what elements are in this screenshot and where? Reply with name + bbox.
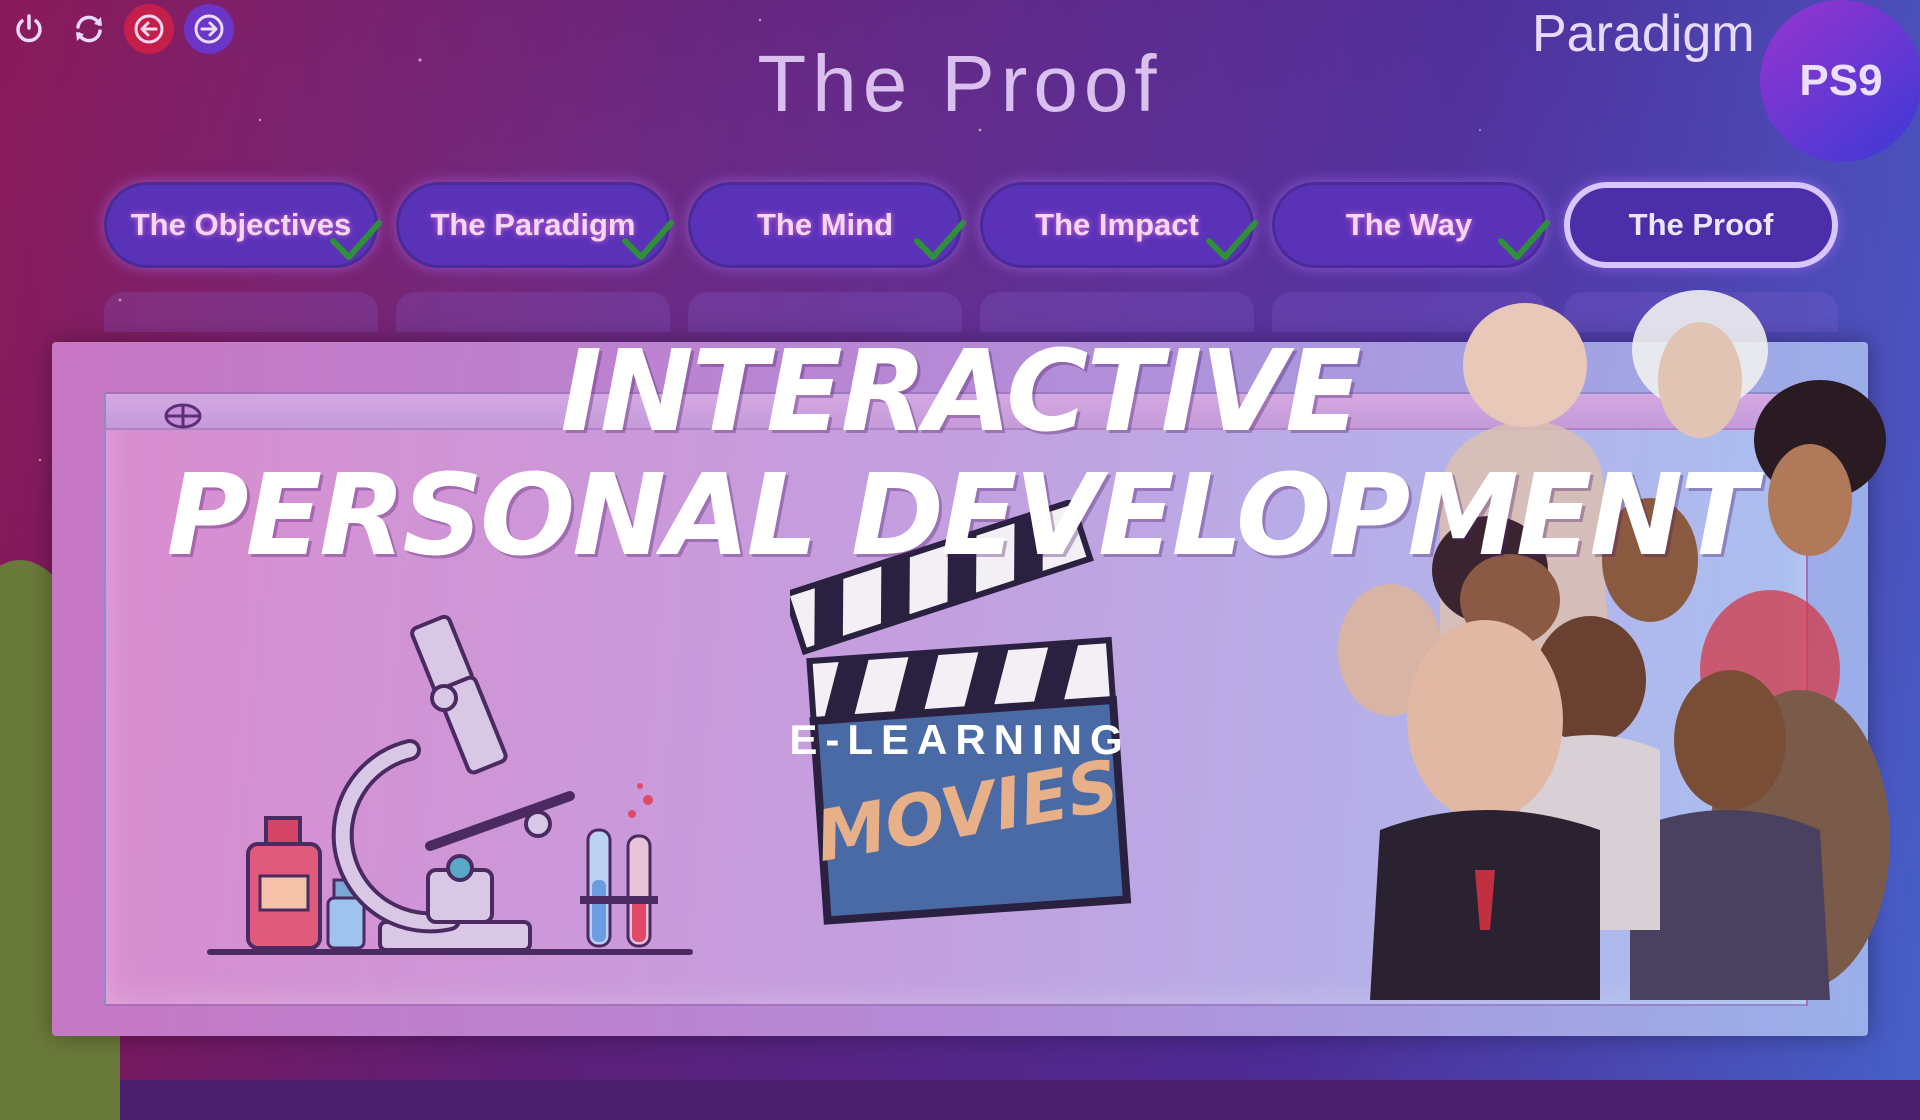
tab-the-mind[interactable]: The Mind xyxy=(688,182,966,268)
promo-headline: Interactive Personal Development xyxy=(0,330,1920,578)
section-tabs: The Objectives The Paradigm The Mind The… xyxy=(104,182,1838,268)
test-tubes-illustration xyxy=(580,783,658,948)
tab-label: The Objectives xyxy=(130,207,352,242)
checkmark-icon xyxy=(1498,220,1550,260)
tab-the-objectives[interactable]: The Objectives xyxy=(104,182,382,268)
tab-reflection-item xyxy=(104,292,378,332)
checkmark-icon xyxy=(622,220,674,260)
tab-reflection-item xyxy=(688,292,962,332)
checkmark-icon xyxy=(914,220,966,260)
headline-line-2: Personal Development xyxy=(166,451,1757,581)
tab-reflection-item xyxy=(980,292,1254,332)
bottle-illustration xyxy=(246,816,322,950)
checkmark-icon xyxy=(1206,220,1258,260)
tab-the-paradigm[interactable]: The Paradigm xyxy=(396,182,674,268)
science-lab-illustration xyxy=(207,614,693,955)
headline-line-1: Interactive xyxy=(560,327,1361,457)
promo-subtitle: E-LEARNING xyxy=(789,716,1131,763)
tab-label: The Way xyxy=(1345,207,1473,242)
tab-the-impact[interactable]: The Impact xyxy=(980,182,1258,268)
tab-label: The Mind xyxy=(756,207,894,242)
page-title: The Proof xyxy=(757,39,1163,128)
tab-the-way[interactable]: The Way xyxy=(1272,182,1550,268)
checkmark-icon xyxy=(330,220,382,260)
tab-the-proof[interactable]: The Proof xyxy=(1564,182,1838,268)
tab-reflection-item xyxy=(396,292,670,332)
tab-label: The Paradigm xyxy=(430,207,636,242)
microscope-illustration xyxy=(331,614,575,952)
tab-label: The Proof xyxy=(1628,207,1774,242)
tab-label: The Impact xyxy=(1035,207,1199,242)
